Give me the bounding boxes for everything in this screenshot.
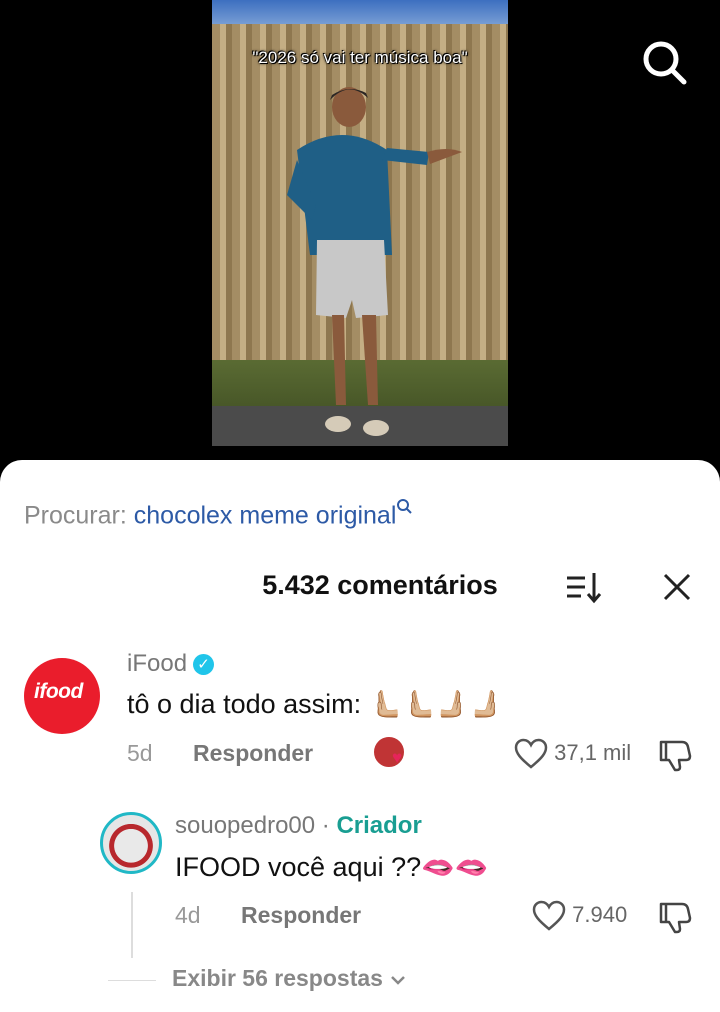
mini-search-icon xyxy=(396,498,413,519)
reply-button[interactable]: Responder xyxy=(193,740,313,767)
reply-like-count: 7.940 xyxy=(572,901,628,927)
reply-emojis: 🫦🫦 xyxy=(421,852,489,882)
ifood-logo: ifood xyxy=(34,680,83,703)
reply-like-button[interactable]: 7.940 xyxy=(532,900,627,932)
reply-text: IFOOD você aqui ??🫦🫦 xyxy=(175,851,488,883)
search-suggestion-prefix: Procurar: xyxy=(24,501,127,530)
reply-username-text: souopedro00 xyxy=(175,812,316,839)
comment-username[interactable]: iFood ✓ xyxy=(127,650,215,678)
video-player[interactable]: "2026 só vai ter música boa" xyxy=(0,0,720,470)
like-button[interactable]: 37,1 mil xyxy=(514,738,631,770)
reply-dislike-icon[interactable] xyxy=(658,900,692,934)
comment-emojis: 🫷🏼🫷🏼🫸🏼🫸🏼 xyxy=(368,689,504,719)
comment-text-body: tô o dia todo assim: xyxy=(127,689,369,719)
search-suggestion[interactable]: Procurar: chocolex meme original xyxy=(24,498,413,530)
view-replies-button[interactable]: Exibir 56 respostas xyxy=(172,965,407,992)
avatar-souopedro00[interactable] xyxy=(100,812,162,874)
sort-icon[interactable] xyxy=(565,570,603,604)
verified-icon: ✓ xyxy=(193,654,215,676)
creator-badge: Criador xyxy=(336,812,422,839)
search-suggestion-term[interactable]: chocolex meme original xyxy=(134,501,397,529)
thread-line xyxy=(131,892,133,958)
reply-text-body: IFOOD você aqui ?? xyxy=(175,852,422,882)
avatar-ifood[interactable]: ifood xyxy=(24,658,100,734)
replies-divider xyxy=(108,980,156,981)
close-icon[interactable] xyxy=(660,570,694,604)
comment-age: 5d xyxy=(127,740,153,766)
heart-icon xyxy=(514,738,554,769)
search-icon[interactable] xyxy=(638,36,690,88)
comment-text: tô o dia todo assim: 🫷🏼🫷🏼🫸🏼🫸🏼 xyxy=(127,688,503,720)
dislike-icon[interactable] xyxy=(658,738,692,772)
comments-sheet: Procurar: chocolex meme original 5.432 c… xyxy=(0,460,720,1012)
heart-icon xyxy=(532,900,572,931)
chevron-down-icon xyxy=(389,965,407,991)
reply-age: 4d xyxy=(175,902,201,928)
reply-separator: · xyxy=(315,812,337,839)
view-replies-label: Exibir 56 respostas xyxy=(172,965,383,991)
comment-count: 5.432 comentários xyxy=(262,570,498,600)
video-frame[interactable]: "2026 só vai ter música boa" xyxy=(212,0,508,446)
video-caption: "2026 só vai ter música boa" xyxy=(252,48,468,67)
reply-username[interactable]: souopedro00 · Criador xyxy=(175,812,422,840)
reply-reply-button[interactable]: Responder xyxy=(241,902,361,929)
heart-small-icon: ♥ xyxy=(392,748,403,767)
like-count: 37,1 mil xyxy=(554,739,632,765)
comment-username-text: iFood xyxy=(127,650,188,677)
